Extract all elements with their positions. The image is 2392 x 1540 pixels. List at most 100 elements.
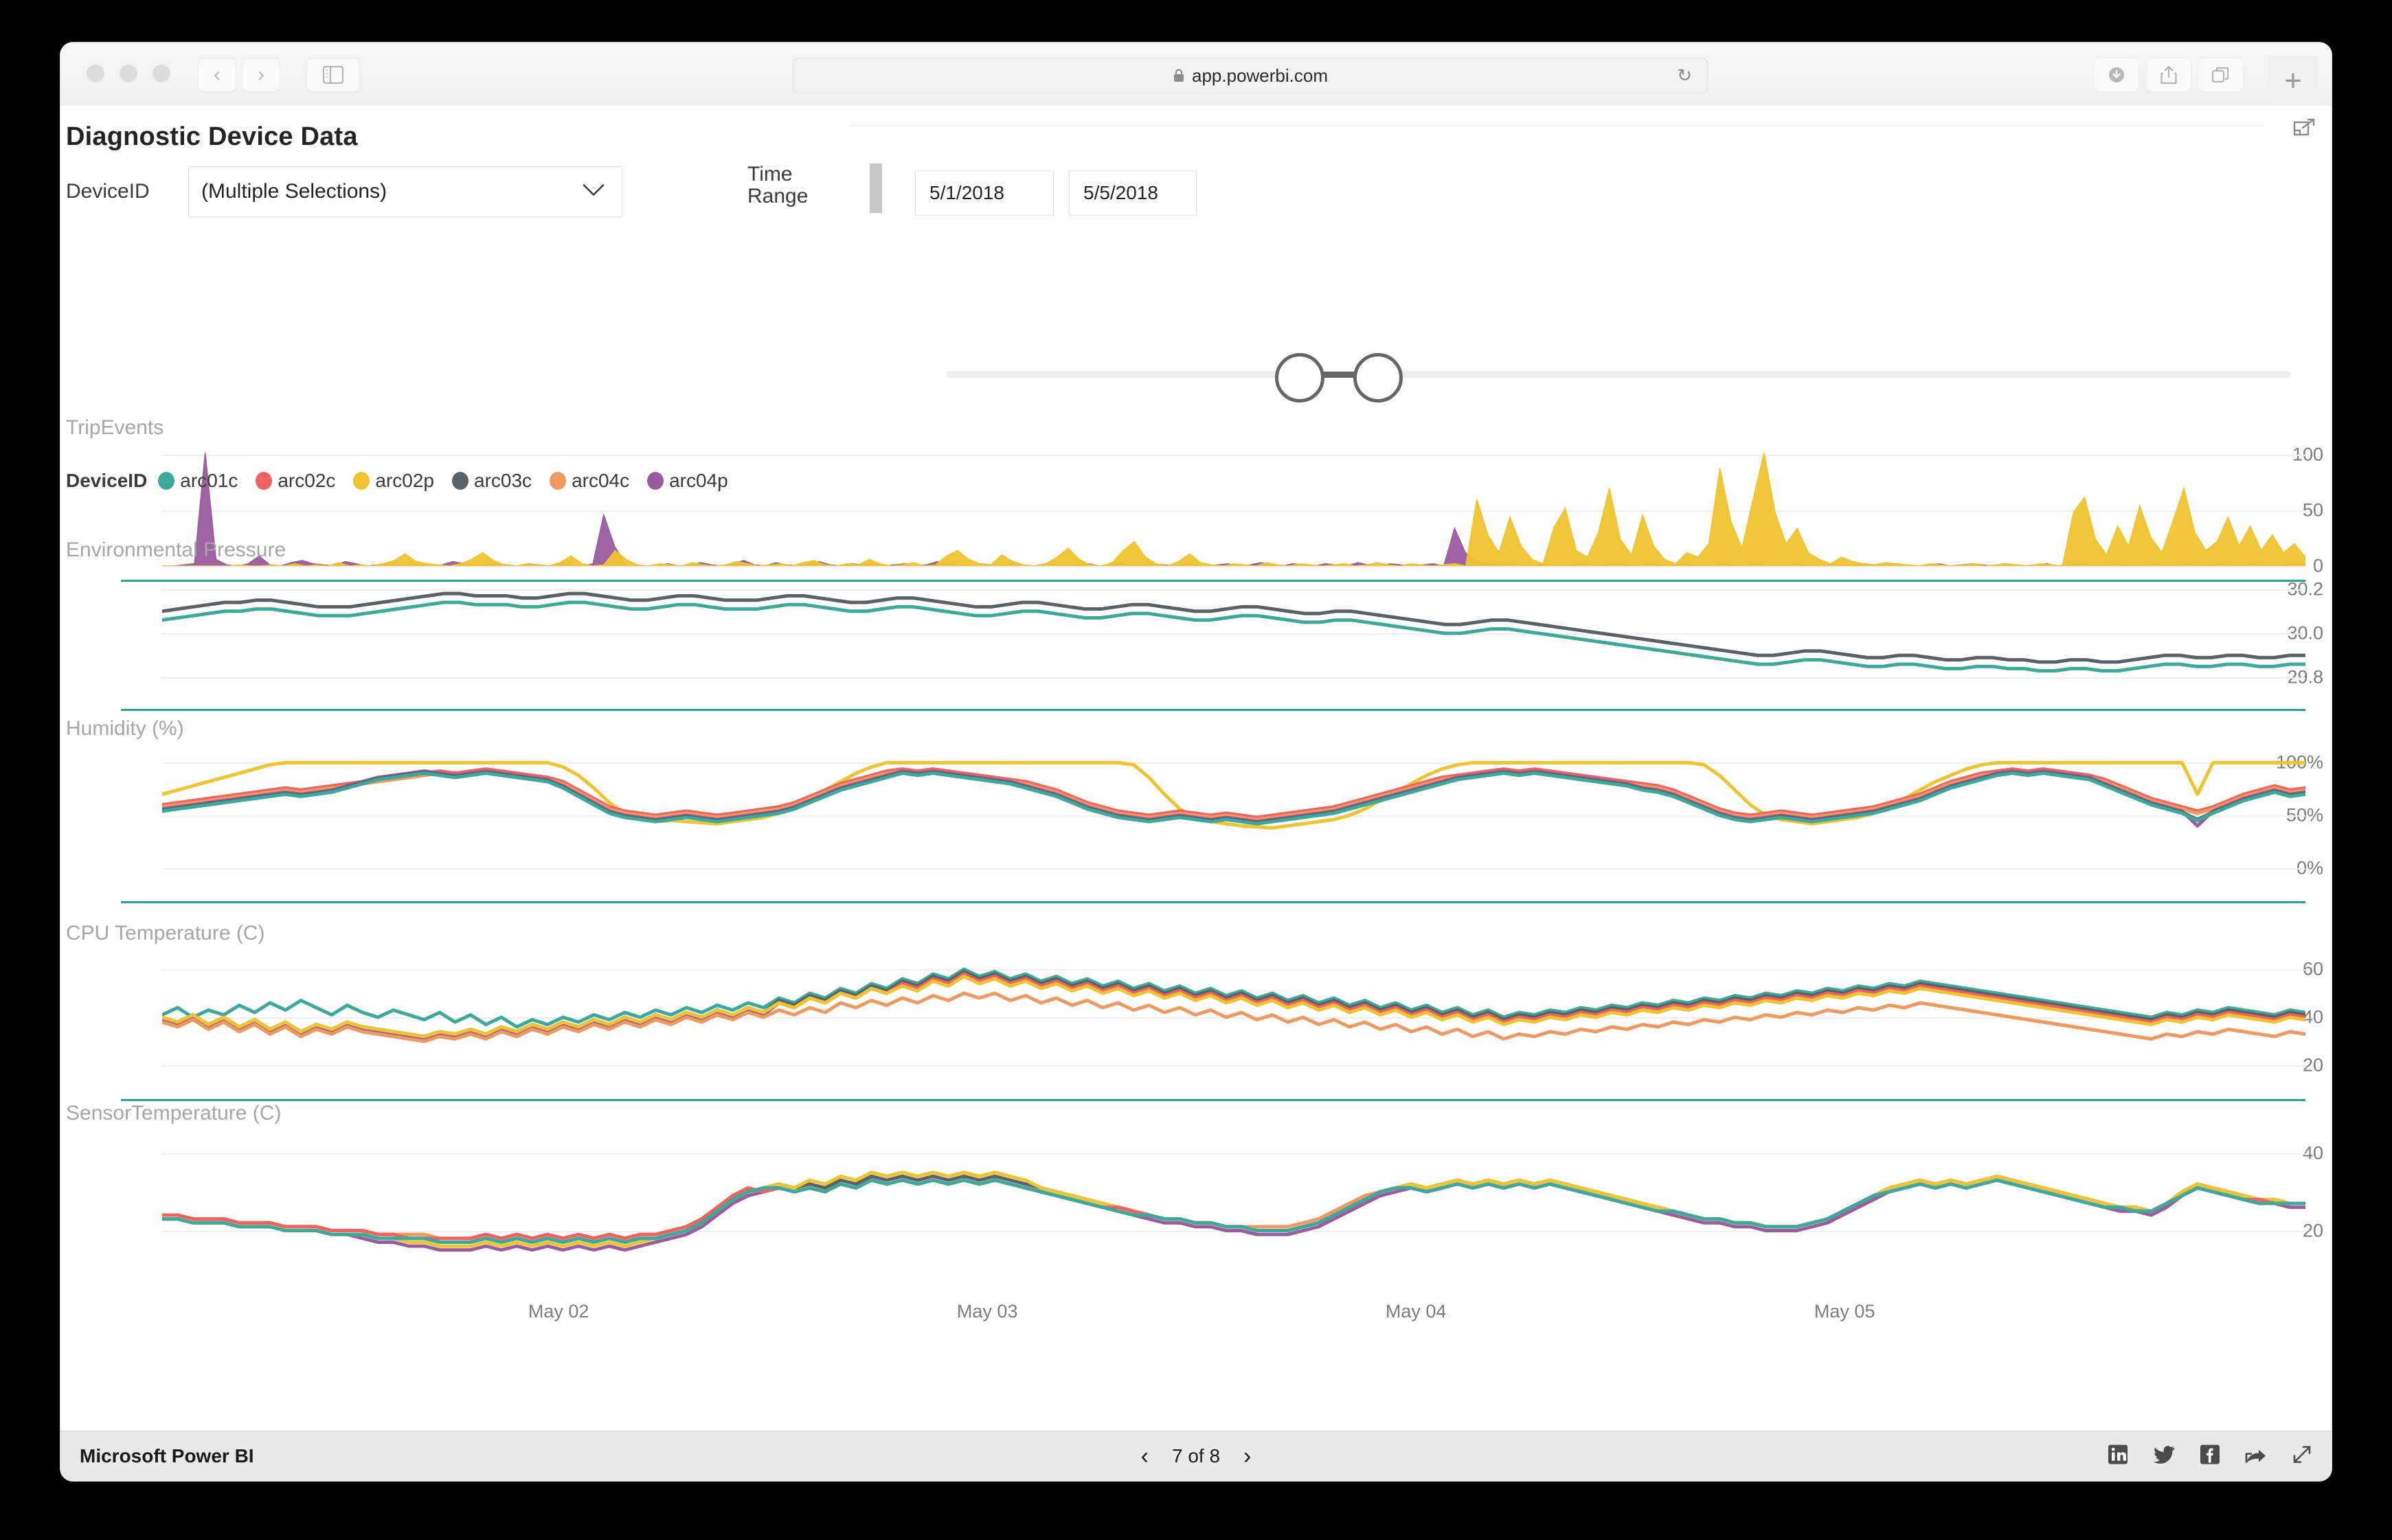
legend-swatch-icon bbox=[550, 472, 567, 490]
chart-separator bbox=[121, 901, 2305, 903]
end-date-value: 5/5/2018 bbox=[1083, 182, 1158, 203]
sidebar-toggle-button[interactable] bbox=[306, 58, 360, 92]
chevron-down-icon bbox=[582, 183, 605, 201]
y-axis-tick-label: 50 bbox=[2302, 499, 2323, 521]
back-button[interactable]: ‹ bbox=[198, 58, 236, 92]
x-axis-tick-label: May 03 bbox=[956, 1301, 1018, 1322]
focus-mode-button[interactable] bbox=[2293, 118, 2316, 142]
legend-item-arc01c[interactable]: arc01c bbox=[158, 470, 238, 492]
y-axis-tick-label: 40 bbox=[2302, 1142, 2323, 1164]
device-slicer-value: (Multiple Selections) bbox=[201, 180, 387, 203]
series-line-arc03c bbox=[162, 972, 2305, 1037]
y-axis-tick-label: 40 bbox=[2302, 1006, 2323, 1028]
forward-button[interactable]: › bbox=[242, 58, 280, 92]
slider-track bbox=[947, 371, 2290, 378]
slider-handle-start[interactable] bbox=[1275, 353, 1324, 403]
legend-item-arc02c[interactable]: arc02c bbox=[256, 470, 335, 492]
chart-separator bbox=[121, 709, 2305, 711]
new-tab-button[interactable]: + bbox=[2268, 56, 2318, 106]
twitter-icon[interactable] bbox=[2153, 1445, 2175, 1468]
x-axis-tick-label: May 02 bbox=[528, 1301, 589, 1322]
linkedin-icon[interactable] bbox=[2108, 1445, 2128, 1469]
browser-toolbar: ‹ › app.powerbi.com ↻ + bbox=[60, 43, 2332, 106]
legend-item-arc04c[interactable]: arc04c bbox=[550, 470, 629, 492]
chart-humidity[interactable]: Humidity (%) 0% 50% 100% bbox=[60, 717, 2332, 908]
series-group bbox=[162, 750, 2305, 881]
powerbi-report-canvas: Diagnostic Device Data DeviceID (Multipl… bbox=[60, 106, 2332, 1431]
chart-title: CPU Temperature (C) bbox=[66, 922, 265, 944]
footer-actions bbox=[2108, 1445, 2312, 1469]
series-group bbox=[162, 1137, 2305, 1269]
chart-sensortemperature-c[interactable]: SensorTemperature (C) 20 40 bbox=[60, 1102, 2332, 1283]
legend-item-label: arc04p bbox=[669, 470, 728, 491]
address-bar[interactable]: app.powerbi.com ↻ bbox=[793, 58, 1708, 93]
legend-swatch-icon bbox=[158, 472, 175, 490]
chart-title: TripEvents bbox=[66, 416, 164, 439]
toolbar-right-buttons bbox=[2094, 58, 2244, 92]
x-axis-tick-label: May 04 bbox=[1385, 1301, 1447, 1322]
legend-item-label: arc04c bbox=[572, 470, 630, 491]
chart-cpu-temperature-c[interactable]: CPU Temperature (C) 20 40 60 bbox=[60, 922, 2332, 1106]
legend-swatch-icon bbox=[452, 472, 469, 490]
next-page-button[interactable]: › bbox=[1243, 1445, 1251, 1468]
page-indicator: 7 of 8 bbox=[1171, 1445, 1221, 1467]
legend-item-arc02p[interactable]: arc02p bbox=[353, 470, 434, 492]
powerbi-brand-label: Microsoft Power BI bbox=[80, 1445, 254, 1467]
slider-handle-end[interactable] bbox=[1353, 353, 1403, 403]
maximize-window-button[interactable] bbox=[153, 65, 170, 82]
time-range-label: Time Range bbox=[747, 163, 850, 218]
time-range-label-line2: Range bbox=[747, 184, 809, 207]
y-axis-tick-label: 20 bbox=[2302, 1054, 2323, 1076]
x-axis-tick-label: May 05 bbox=[1814, 1301, 1875, 1322]
series-line-arc01c bbox=[162, 1180, 2305, 1242]
page-title: Diagnostic Device Data bbox=[66, 122, 358, 151]
chevron-left-icon: ‹ bbox=[214, 63, 221, 86]
downloads-button[interactable] bbox=[2094, 58, 2139, 92]
share-button[interactable] bbox=[2146, 58, 2191, 92]
plot-area bbox=[162, 571, 2305, 695]
close-window-button[interactable] bbox=[87, 65, 104, 82]
legend-swatch-icon bbox=[256, 472, 273, 490]
page-navigation: ‹ 7 of 8 › bbox=[1141, 1445, 1252, 1468]
legend-item-arc03c[interactable]: arc03c bbox=[452, 470, 532, 492]
share-icon[interactable] bbox=[2245, 1445, 2267, 1469]
header-divider bbox=[850, 125, 2263, 126]
chart-separator bbox=[121, 1099, 2305, 1101]
tab-overview-button[interactable] bbox=[2198, 58, 2244, 92]
time-range-slider[interactable] bbox=[947, 353, 2290, 403]
plus-icon: + bbox=[2284, 64, 2302, 98]
legend-swatch-icon bbox=[647, 472, 664, 490]
legend-item-label: arc01c bbox=[180, 470, 238, 491]
previous-page-button[interactable]: ‹ bbox=[1141, 1445, 1149, 1468]
legend-item-label: arc02c bbox=[278, 470, 336, 491]
minimize-window-button[interactable] bbox=[120, 65, 137, 82]
series-group bbox=[162, 955, 2305, 1080]
series-line-arc02c bbox=[162, 974, 2305, 1037]
legend-swatch-icon bbox=[353, 472, 370, 490]
series-line-arc03c bbox=[162, 1176, 2305, 1242]
series-group bbox=[162, 571, 2305, 695]
device-slicer-label: DeviceID bbox=[66, 180, 150, 203]
chart-environmental-pressure[interactable]: Environmental Pressure 29.8 30.0 30.2 bbox=[60, 539, 2332, 716]
x-axis: May 02 May 03 May 04 May 05 bbox=[162, 1301, 2305, 1328]
copy-tabs-icon bbox=[2211, 67, 2229, 83]
download-icon bbox=[2109, 67, 2124, 82]
chart-title: Environmental Pressure bbox=[66, 539, 286, 561]
legend-title: DeviceID bbox=[66, 470, 148, 491]
fullscreen-icon[interactable] bbox=[2292, 1445, 2312, 1469]
start-date-field[interactable]: 5/1/2018 bbox=[915, 170, 1054, 216]
series-line-arc02p bbox=[162, 977, 2305, 1037]
chevron-right-icon: › bbox=[258, 63, 264, 86]
lock-icon bbox=[1174, 68, 1184, 82]
facebook-icon[interactable] bbox=[2200, 1445, 2220, 1469]
share-icon bbox=[2160, 65, 2177, 84]
chart-title: Humidity (%) bbox=[66, 717, 184, 740]
navigation-buttons: ‹ › bbox=[198, 58, 280, 92]
device-slicer-dropdown[interactable]: (Multiple Selections) bbox=[188, 166, 622, 217]
reload-button[interactable]: ↻ bbox=[1677, 65, 1692, 87]
sidebar-icon bbox=[323, 66, 343, 84]
plot-area bbox=[162, 1137, 2305, 1269]
plot-area bbox=[162, 750, 2305, 881]
legend-item-arc04p[interactable]: arc04p bbox=[647, 470, 728, 492]
end-date-field[interactable]: 5/5/2018 bbox=[1069, 170, 1197, 216]
